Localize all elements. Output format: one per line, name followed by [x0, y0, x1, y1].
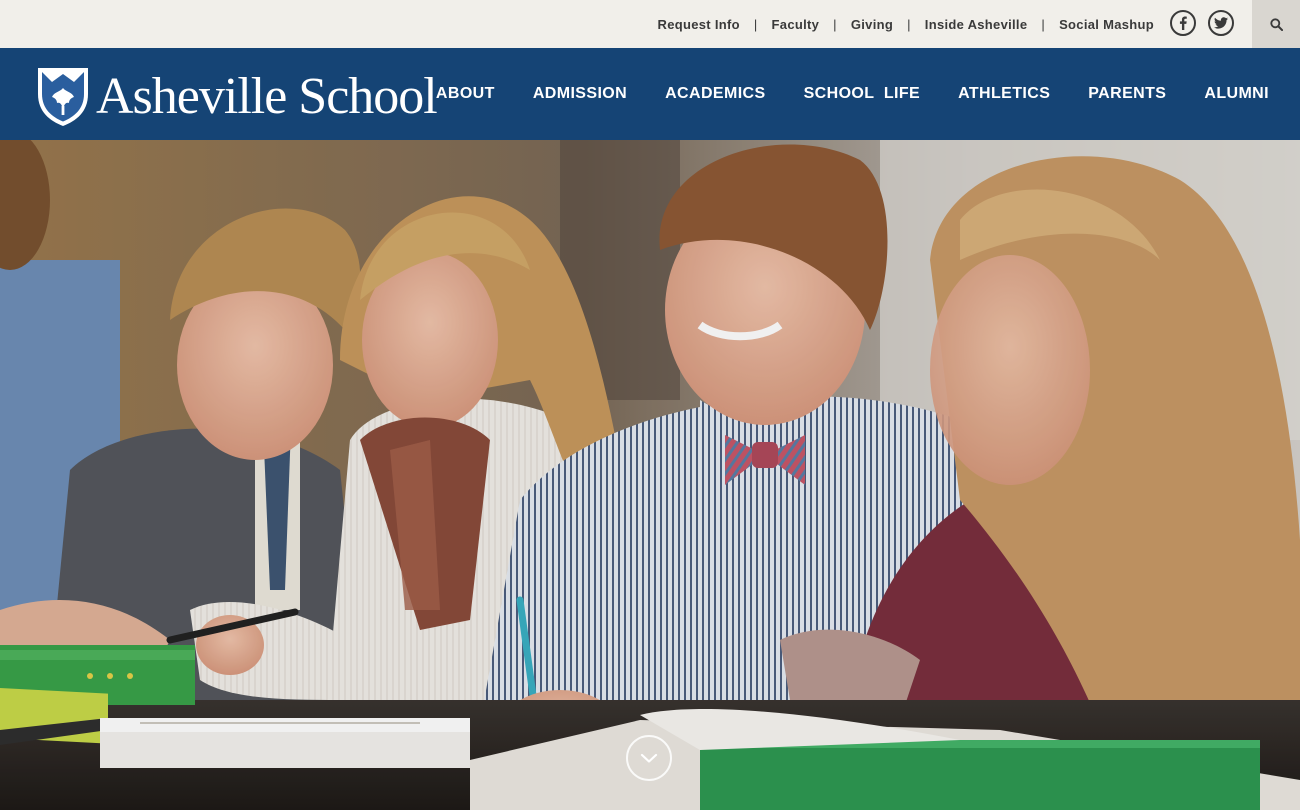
separator: |: [1041, 16, 1046, 32]
separator: |: [907, 16, 911, 32]
nav-item-athletics[interactable]: ATHLETICS: [939, 85, 1069, 103]
nav-item-about[interactable]: ABOUT: [417, 85, 514, 103]
nav-item-school-life[interactable]: SCHOOL LIFE: [785, 85, 940, 103]
shield-crest-icon: [38, 68, 88, 126]
logo[interactable]: Asheville School: [36, 66, 438, 128]
nav-item-academics[interactable]: ACADEMICS: [646, 85, 785, 103]
faculty-link[interactable]: Faculty: [772, 17, 820, 32]
search-icon: [1269, 17, 1283, 31]
brand-name: Asheville School: [96, 68, 438, 125]
search-button[interactable]: [1252, 0, 1300, 48]
request-info-link[interactable]: Request Info: [658, 17, 740, 32]
nav-item-parents[interactable]: PARENTS: [1069, 85, 1185, 103]
hero-image: [0, 140, 1300, 810]
scroll-down-button[interactable]: [626, 735, 672, 781]
separator: |: [833, 16, 837, 32]
utility-bar: Request Info | Faculty | Giving | Inside…: [0, 0, 1300, 48]
separator: |: [753, 16, 758, 32]
twitter-icon[interactable]: [1208, 10, 1234, 36]
social-mashup-link[interactable]: Social Mashup: [1059, 17, 1154, 32]
page: Request Info | Faculty | Giving | Inside…: [0, 0, 1300, 810]
chevron-down-icon: [640, 753, 658, 763]
giving-link[interactable]: Giving: [851, 17, 893, 32]
facebook-icon[interactable]: [1170, 10, 1196, 36]
main-nav: Asheville School ABOUT ADMISSION ACADEMI…: [0, 48, 1300, 140]
primary-nav: ABOUT ADMISSION ACADEMICS SCHOOL LIFE AT…: [417, 48, 1288, 140]
nav-item-alumni[interactable]: ALUMNI: [1185, 85, 1288, 103]
utility-links: Request Info | Faculty | Giving | Inside…: [658, 0, 1154, 48]
inside-asheville-link[interactable]: Inside Asheville: [925, 17, 1028, 32]
nav-item-admission[interactable]: ADMISSION: [514, 85, 646, 103]
